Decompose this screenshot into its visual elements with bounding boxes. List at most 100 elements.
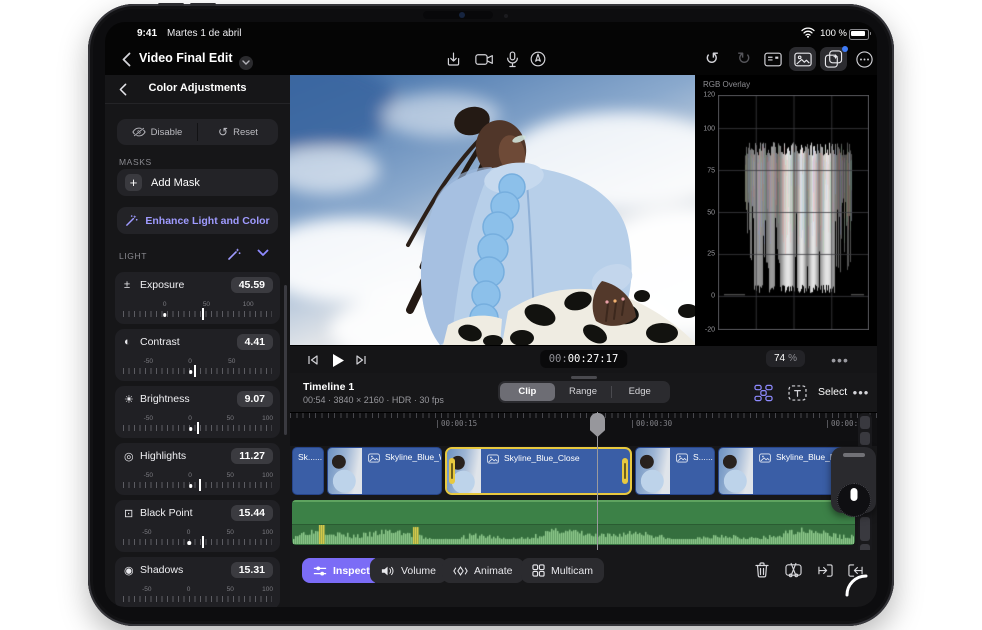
previous-frame-button[interactable] <box>305 352 321 368</box>
exposure-ruler[interactable]: 0 50 100 <box>123 301 272 321</box>
insert-clip-button[interactable] <box>814 560 836 580</box>
exposure-slider-card[interactable]: ± Exposure 45.59 0 50 100 <box>115 272 280 324</box>
eye-off-icon <box>131 127 146 137</box>
status-bar: 9:41 Martes 1 de abril 100 % <box>105 22 877 44</box>
disable-button[interactable]: Disable <box>117 119 197 145</box>
connect-clips-icon[interactable] <box>752 383 774 403</box>
jog-pointer <box>850 488 857 501</box>
multicam-button[interactable]: Multicam <box>521 558 605 583</box>
timeline-panel: Timeline 1 00:54 · 3840 × 2160 · HDR · 3… <box>290 373 877 607</box>
contrast-slider-card[interactable]: ◐ Contrast 4.41 -50 0 50 <box>115 329 280 381</box>
back-button[interactable] <box>117 49 135 69</box>
jog-grip[interactable] <box>842 453 865 457</box>
brightness-value[interactable]: 9.07 <box>236 391 273 407</box>
reset-button[interactable]: ↺ Reset <box>198 119 278 145</box>
screen: 9:41 Martes 1 de abril 100 % Video Final… <box>105 22 877 607</box>
video-track: Sk...... Skyline_Blue_Wide Skyline_Blue_… <box>290 445 877 498</box>
top-toolbar: Video Final Edit ↺ ↻ <box>105 44 877 75</box>
record-voiceover-button[interactable] <box>503 48 521 70</box>
mode-range[interactable]: Range <box>555 383 611 401</box>
audio-track-clip[interactable] <box>292 500 855 545</box>
effects-browser-button[interactable] <box>820 46 848 71</box>
title-menu-button[interactable] <box>238 55 253 70</box>
highlights-slider-card[interactable]: ◎ Highlights 11.27 -50 0 50 100 <box>115 443 280 495</box>
clip-skyline-blue-close-selected[interactable]: Skyline_Blue_Close <box>445 447 632 495</box>
black-point-ruler[interactable]: -50 0 50 100 <box>123 529 273 549</box>
panel-scrollbar[interactable] <box>284 285 287 435</box>
photo-icon <box>487 454 499 464</box>
trim-handle-left[interactable] <box>449 458 455 484</box>
panel-header: Color Adjustments <box>105 75 290 104</box>
add-mask-button[interactable]: + Add Mask <box>117 169 278 196</box>
timeline-more-button[interactable]: ••• <box>853 385 869 400</box>
clip-partial-left[interactable]: Sk...... <box>292 447 324 495</box>
contrast-ruler[interactable]: -50 0 50 <box>123 358 272 378</box>
highlights-value[interactable]: 11.27 <box>231 448 273 464</box>
play-button[interactable] <box>328 349 348 371</box>
shadows-ruler[interactable]: -50 0 50 100 <box>123 586 273 606</box>
mode-clip[interactable]: Clip <box>499 383 556 401</box>
clip-skyline-blue-wide[interactable]: Skyline_Blue_Wide <box>327 447 442 495</box>
light-auto-enhance-icon[interactable] <box>227 247 241 261</box>
trim-handle-right[interactable] <box>622 458 628 484</box>
light-section-collapse-button[interactable] <box>257 249 269 257</box>
timeline-drag-handle[interactable] <box>570 376 597 379</box>
live-drawing-button[interactable] <box>527 48 549 70</box>
black-point-value[interactable]: 15.44 <box>230 505 273 521</box>
highlights-ruler[interactable]: -50 0 50 100 <box>123 472 273 492</box>
record-video-button[interactable] <box>472 48 496 70</box>
timeline-title: Timeline 1 <box>303 381 355 393</box>
wifi-icon <box>801 27 815 38</box>
viewer-preview[interactable] <box>290 75 695 345</box>
volume-button[interactable]: Volume <box>370 558 448 583</box>
animate-button[interactable]: Animate <box>442 558 524 583</box>
preview-image <box>290 75 695 345</box>
inspector-toggle-button[interactable] <box>761 49 785 69</box>
inspect-icon <box>313 565 327 576</box>
volume-down-button[interactable] <box>190 3 216 6</box>
import-media-button[interactable] <box>442 48 464 70</box>
scope-title: RGB Overlay <box>703 80 751 89</box>
next-frame-button[interactable] <box>353 352 369 368</box>
slider-thumb[interactable] <box>193 365 196 377</box>
timecode-display[interactable]: 00:00:27:17 <box>539 350 628 368</box>
timeline-ruler[interactable]: 00:00:15 00:00:30 00:00:45 <box>290 412 877 446</box>
shadows-slider-card[interactable]: ◉ Shadows 15.31 -50 0 50 100 <box>115 557 280 607</box>
media-browser-button[interactable] <box>789 47 816 71</box>
delete-clip-button[interactable] <box>752 560 772 580</box>
viewer-more-button[interactable]: ••• <box>831 352 849 368</box>
reset-icon: ↺ <box>218 125 229 139</box>
slider-thumb[interactable] <box>201 536 204 548</box>
redo-button[interactable]: ↻ <box>733 48 755 70</box>
clip-partial-s[interactable]: S...... <box>635 447 715 495</box>
slider-thumb[interactable] <box>198 479 201 491</box>
mode-edge[interactable]: Edge <box>612 383 668 401</box>
status-date: Martes 1 de abril <box>167 28 242 39</box>
contrast-value[interactable]: 4.41 <box>236 334 273 350</box>
brightness-ruler[interactable]: -50 0 50 100 <box>123 415 273 435</box>
select-tool-icon[interactable] <box>785 382 809 404</box>
panel-title: Color Adjustments <box>148 82 247 94</box>
undo-button[interactable]: ↺ <box>701 48 723 70</box>
shadows-icon: ◉ <box>124 564 134 577</box>
photo-icon <box>368 453 380 463</box>
black-point-icon: ⊡ <box>124 507 134 520</box>
inspect-button[interactable]: Inspect <box>302 558 381 583</box>
brightness-slider-card[interactable]: ☀ Brightness 9.07 -50 0 50 100 <box>115 386 280 438</box>
battery-icon <box>849 29 871 40</box>
project-title: Video Final Edit <box>139 51 253 70</box>
volume-up-button[interactable] <box>158 3 184 6</box>
more-options-button[interactable] <box>853 48 875 70</box>
corner-swipe-indicator <box>845 574 868 597</box>
exposure-value[interactable]: 45.59 <box>230 277 273 293</box>
slider-thumb[interactable] <box>197 422 200 434</box>
shadows-value[interactable]: 15.31 <box>230 562 273 578</box>
camera-sensor-dot <box>504 14 508 18</box>
black-point-slider-card[interactable]: ⊡ Black Point 15.44 -50 0 50 100 <box>115 500 280 552</box>
jog-wheel[interactable] <box>831 447 876 517</box>
viewer-zoom-button[interactable]: 74% <box>765 350 805 367</box>
select-label[interactable]: Select <box>818 386 847 398</box>
slider-thumb[interactable] <box>202 308 205 320</box>
enhance-light-color-button[interactable]: Enhance Light and Color <box>117 207 278 234</box>
split-clip-button[interactable] <box>782 560 804 580</box>
